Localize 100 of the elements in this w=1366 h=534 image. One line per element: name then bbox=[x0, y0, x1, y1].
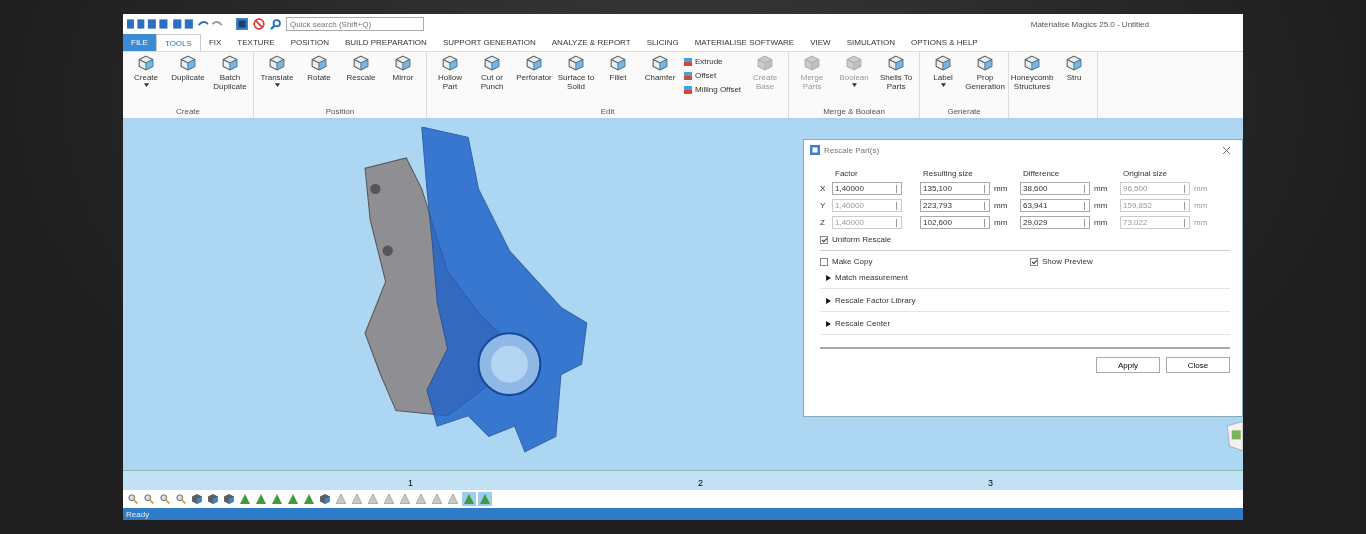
ribbon-tab[interactable]: VIEW bbox=[802, 34, 839, 51]
shading-tool-button[interactable] bbox=[270, 492, 284, 506]
window-title: Materialise Magics 25.0 - Untitled bbox=[1030, 19, 1149, 29]
unit-label: mm bbox=[1094, 184, 1108, 193]
cube-icon bbox=[804, 55, 821, 71]
ribbon-tab[interactable]: TOOLS bbox=[155, 34, 201, 51]
apply-button[interactable]: Apply bbox=[1096, 357, 1160, 373]
ribbon-button[interactable]: Rescale bbox=[341, 52, 381, 107]
rescale-icon bbox=[810, 145, 820, 155]
layers-icon bbox=[684, 71, 692, 80]
file-menu-tab[interactable]: FILE bbox=[123, 34, 156, 51]
ribbon-tab[interactable]: MATERIALISE SOFTWARE bbox=[686, 34, 803, 51]
ribbon-button[interactable]: Cut or Punch bbox=[472, 52, 512, 107]
ribbon-tab[interactable]: FIX bbox=[200, 34, 230, 51]
column-header: Factor bbox=[834, 169, 859, 178]
cube-icon bbox=[1066, 55, 1083, 71]
axis-label: Z bbox=[820, 218, 826, 227]
ribbon-tab[interactable]: OPTIONS & HELP bbox=[903, 34, 986, 51]
close-button[interactable]: Close bbox=[1166, 357, 1230, 373]
ribbon-button[interactable]: Offset bbox=[682, 69, 744, 82]
layers-icon bbox=[684, 85, 692, 94]
uniform-rescale-checkbox[interactable]: Uniform Rescale bbox=[820, 235, 1230, 244]
pyramid-tool-button[interactable] bbox=[350, 492, 364, 506]
caret-icon bbox=[826, 320, 831, 327]
ribbon-tab[interactable]: ANALYZE & REPORT bbox=[543, 34, 639, 51]
ribbon-button[interactable]: Honeycomb Structures bbox=[1012, 52, 1053, 118]
zoom-tool-button[interactable] bbox=[126, 492, 140, 506]
ribbon-button[interactable]: Stru bbox=[1054, 52, 1095, 118]
option-checkbox[interactable]: Show Preview bbox=[1030, 257, 1230, 266]
cube-tool-button[interactable] bbox=[222, 492, 236, 506]
group-label: Position bbox=[324, 107, 356, 118]
dialog-title: Rescale Part(s) bbox=[824, 145, 880, 155]
cube-tool-button[interactable] bbox=[318, 492, 332, 506]
cube-icon bbox=[610, 55, 626, 71]
difference-field[interactable]: 63,941 bbox=[1020, 199, 1090, 212]
ribbon-tab[interactable]: TEXTURE bbox=[229, 34, 283, 51]
group-label: Merge & Boolean bbox=[822, 107, 886, 118]
cube-icon bbox=[442, 55, 458, 71]
ribbon-button[interactable]: Shells To Parts bbox=[876, 52, 917, 107]
no-entry-icon[interactable] bbox=[253, 18, 265, 30]
cube-icon bbox=[846, 55, 863, 71]
section-expander[interactable]: Rescale Factor Library bbox=[820, 296, 922, 305]
ribbon-tab[interactable]: POSITION bbox=[282, 34, 337, 51]
option-checkbox[interactable]: Make Copy bbox=[820, 257, 1020, 266]
view-cube-icon[interactable] bbox=[1225, 421, 1243, 451]
cube-icon bbox=[526, 55, 542, 71]
resulting-size-field[interactable]: 102,600 bbox=[920, 216, 990, 229]
axis-label: Y bbox=[820, 201, 827, 210]
ribbon-button[interactable]: Chamfer bbox=[640, 52, 680, 107]
ribbon-button[interactable]: Prop Generation bbox=[965, 52, 1006, 107]
pyramid-tool-button[interactable] bbox=[414, 492, 428, 506]
cube-tool-button[interactable] bbox=[190, 492, 204, 506]
zoom-tool-button[interactable] bbox=[142, 492, 156, 506]
ribbon-button[interactable]: Batch Duplicate bbox=[210, 52, 250, 107]
ribbon-button[interactable]: Perforator bbox=[514, 52, 554, 107]
ribbon-button[interactable]: Surface to Solid bbox=[556, 52, 596, 107]
ribbon-tab[interactable]: SLICING bbox=[638, 34, 687, 51]
resulting-size-field[interactable]: 135,100 bbox=[920, 182, 990, 195]
cube-icon bbox=[484, 55, 500, 71]
shading-tool-button[interactable] bbox=[462, 492, 476, 506]
pyramid-tool-button[interactable] bbox=[366, 492, 380, 506]
ribbon-button[interactable]: Fillet bbox=[598, 52, 638, 107]
ribbon-button[interactable]: Hollow Part bbox=[430, 52, 470, 107]
cube-icon bbox=[1024, 55, 1041, 71]
resulting-size-field[interactable]: 223,793 bbox=[920, 199, 990, 212]
ribbon-button[interactable]: Extrude bbox=[682, 55, 744, 68]
ribbon-tab[interactable]: SIMULATION bbox=[838, 34, 903, 51]
shading-tool-button[interactable] bbox=[238, 492, 252, 506]
ribbon-button[interactable]: Rotate bbox=[299, 52, 339, 107]
ribbon-button[interactable]: Create bbox=[126, 52, 166, 107]
cube-tool-button[interactable] bbox=[206, 492, 220, 506]
difference-field[interactable]: 38,600 bbox=[1020, 182, 1090, 195]
ribbon-button[interactable]: Mirror bbox=[383, 52, 423, 107]
ribbon-tab[interactable]: SUPPORT GENERATION bbox=[434, 34, 544, 51]
ribbon-button[interactable]: Label bbox=[923, 52, 964, 107]
quick-search-field[interactable]: Quick search (Shift+Q) bbox=[286, 17, 424, 31]
pyramid-tool-button[interactable] bbox=[398, 492, 412, 506]
ribbon-button[interactable]: Translate bbox=[257, 52, 297, 107]
cube-icon bbox=[311, 55, 327, 71]
section-expander[interactable]: Match measurement bbox=[820, 273, 914, 282]
original-size-field: 159,852 bbox=[1120, 199, 1190, 212]
ribbon-tab[interactable]: BUILD PREPARATION bbox=[336, 34, 435, 51]
cube-icon bbox=[757, 55, 774, 71]
unit-label: mm bbox=[1194, 218, 1208, 227]
ribbon-button[interactable]: Duplicate bbox=[168, 52, 208, 107]
shading-tool-button[interactable] bbox=[478, 492, 492, 506]
shading-tool-button[interactable] bbox=[254, 492, 268, 506]
zoom-tool-button[interactable] bbox=[174, 492, 188, 506]
difference-field[interactable]: 29,029 bbox=[1020, 216, 1090, 229]
ribbon-button[interactable]: Milling Offset bbox=[682, 83, 744, 96]
zoom-tool-button[interactable] bbox=[158, 492, 172, 506]
pyramid-tool-button[interactable] bbox=[446, 492, 460, 506]
select-icon[interactable] bbox=[236, 18, 248, 30]
pyramid-tool-button[interactable] bbox=[382, 492, 396, 506]
section-expander[interactable]: Rescale Center bbox=[820, 319, 897, 328]
shading-tool-button[interactable] bbox=[302, 492, 316, 506]
pyramid-tool-button[interactable] bbox=[430, 492, 444, 506]
close-icon[interactable] bbox=[1223, 146, 1230, 154]
shading-tool-button[interactable] bbox=[286, 492, 300, 506]
factor-field[interactable]: 1,40000 bbox=[832, 182, 902, 195]
